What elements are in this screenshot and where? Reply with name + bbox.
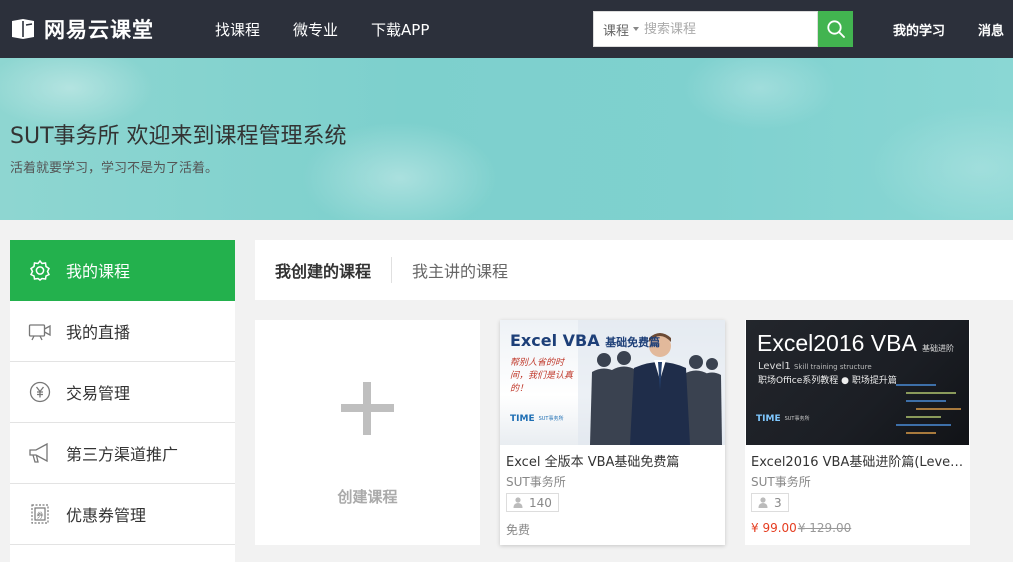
thumbnail-title-accent: 基础免费篇 [605, 336, 661, 349]
original-price: ¥ 129.00 [797, 521, 852, 535]
caret-down-icon [633, 27, 640, 31]
sidebar-item-my-courses[interactable]: 我的课程 [10, 240, 235, 301]
sidebar-item-label: 交易管理 [66, 384, 131, 403]
thumbnail-level-sub: Skill training structure [793, 363, 872, 371]
sidebar-item-third-party-promotion[interactable]: 第三方渠道推广 [10, 423, 235, 484]
search-box: 课程 [593, 11, 818, 47]
course-thumbnail: Excel2016 VBA 基础进阶 Level1 Skill training… [746, 320, 969, 445]
course-title[interactable]: Excel 全版本 VBA基础免费篇 [506, 451, 720, 470]
sidebar-item-my-live[interactable]: 我的直播 [10, 301, 235, 362]
course-card[interactable]: Excel2016 VBA 基础进阶 Level1 Skill training… [745, 320, 970, 545]
messages-link[interactable]: 消息 [978, 20, 1004, 39]
code-lines-decoration [896, 384, 961, 434]
sidebar-item-transactions[interactable]: 交易管理 [10, 362, 235, 423]
time-brand-logo: TIME SUT事务所 [756, 414, 809, 424]
yen-coin-icon [28, 380, 52, 404]
sidebar-item-label: 优惠券管理 [66, 506, 147, 525]
create-course-label: 创建课程 [337, 488, 398, 506]
welcome-banner: SUT事务所 欢迎来到课程管理系统 活着就要学习，学习不是为了活着。 [0, 58, 1013, 220]
sidebar: 我的课程 我的直播 交易管理 第三方渠道推广 券 优惠券管理 [10, 240, 235, 562]
thumbnail-title: Excel VBA 基础免费篇 [510, 331, 661, 350]
nav-download-app[interactable]: 下载APP [371, 19, 429, 40]
sidebar-item-label: 我的直播 [66, 323, 131, 342]
tab-divider [391, 257, 393, 283]
top-navigation-bar: 网易云课堂 找课程 微专业 下载APP 课程 我的学习 消息 [0, 0, 1013, 58]
search-input[interactable] [644, 21, 810, 37]
tab-lecturer-courses[interactable]: 我主讲的课程 [412, 258, 508, 282]
search-icon [826, 20, 845, 38]
course-org: SUT事务所 [751, 475, 811, 489]
book-logo-icon [12, 19, 34, 39]
course-tabs: 我创建的课程 我主讲的课程 [255, 240, 1013, 300]
user-icon [758, 497, 768, 508]
course-thumbnail: Excel VBA 基础免费篇 帮别人省的时间，我们是认真的！ TIME SUT… [500, 320, 725, 445]
thumbnail-series: 职场Office系列教程 ● 职场提升篇 [758, 376, 897, 386]
user-icon [513, 497, 523, 508]
search-button[interactable] [818, 11, 853, 47]
student-count-badge: 3 [751, 493, 789, 512]
student-count-badge: 140 [506, 493, 559, 512]
course-card[interactable]: Excel VBA 基础免费篇 帮别人省的时间，我们是认真的！ TIME SUT… [500, 320, 725, 545]
video-camera-icon [28, 319, 52, 343]
sidebar-item-coupons[interactable]: 券 优惠券管理 [10, 484, 235, 545]
banner-title: SUT事务所 欢迎来到课程管理系统 [10, 124, 347, 149]
brand-sub: SUT事务所 [784, 415, 810, 422]
student-count: 3 [774, 495, 782, 510]
banner-subtitle: 活着就要学习，学习不是为了活着。 [10, 161, 219, 176]
logo-text: 网易云课堂 [44, 18, 154, 42]
logo[interactable]: 网易云课堂 [10, 14, 154, 44]
course-org: SUT事务所 [506, 475, 566, 489]
search-bar: 课程 [593, 11, 853, 47]
thumbnail-title-accent: 基础进阶 [921, 344, 954, 353]
nav-micro-major[interactable]: 微专业 [293, 19, 338, 40]
main-nav: 找课程 微专业 下载APP [215, 0, 462, 58]
time-brand-logo: TIME SUT事务所 [510, 414, 563, 424]
gear-icon [28, 258, 52, 282]
brand-sub: SUT事务所 [538, 415, 564, 422]
coupon-icon: 券 [28, 502, 52, 526]
megaphone-icon [28, 441, 52, 465]
student-count: 140 [529, 495, 552, 510]
search-category-dropdown[interactable]: 课程 [594, 20, 644, 39]
brand-mark: TIME [756, 414, 781, 424]
thumbnail-level: Level1 Skill training structure [758, 361, 872, 372]
tab-created-courses[interactable]: 我创建的课程 [275, 258, 371, 282]
course-price: ¥ 99.00¥ 129.00 [751, 521, 851, 535]
sidebar-item-label: 第三方渠道推广 [66, 445, 179, 464]
course-price: 免费 [506, 523, 531, 537]
my-study-link[interactable]: 我的学习 [893, 20, 945, 39]
course-title[interactable]: Excel2016 VBA基础进阶篇(Level1) [751, 451, 965, 470]
svg-text:券: 券 [37, 511, 44, 520]
thumbnail-slogan: 帮别人省的时间，我们是认真的！ [510, 358, 574, 394]
current-price: ¥ 99.00 [751, 521, 797, 535]
search-category-label: 课程 [603, 23, 630, 39]
nav-find-courses[interactable]: 找课程 [215, 19, 260, 40]
create-course-card[interactable]: 创建课程 [255, 320, 480, 545]
thumbnail-title: Excel2016 VBA 基础进阶 [757, 330, 954, 356]
sidebar-item-label: 我的课程 [66, 262, 131, 281]
plus-icon-vertical [363, 382, 371, 435]
brand-mark: TIME [510, 414, 535, 424]
